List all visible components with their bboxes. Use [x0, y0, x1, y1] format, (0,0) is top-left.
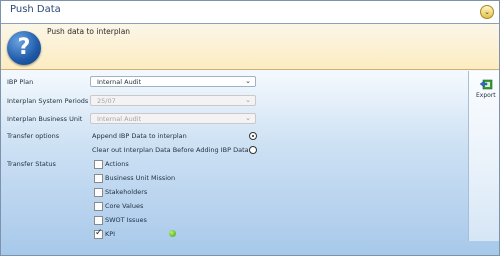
checkbox-label: Business Unit Mission — [105, 174, 176, 182]
actions-checkbox[interactable] — [94, 160, 103, 169]
push-data-window: Push Data ⌄ Push data to interplan ? IBP… — [0, 0, 500, 256]
system-periods-value: 25/07 — [97, 97, 116, 105]
action-panel: Export — [468, 71, 499, 241]
transfer-option-label: Clear out Interplan Data Before Adding I… — [92, 146, 249, 154]
checkbox-label: Core Values — [105, 202, 144, 210]
business-unit-select: Internal Audit ⌄ — [90, 113, 256, 124]
chevron-down-icon[interactable]: ⌄ — [480, 5, 494, 19]
transfer-options-label: Transfer options — [7, 132, 60, 140]
info-banner: Push data to interplan — [1, 24, 499, 70]
business-unit-value: Internal Audit — [97, 115, 142, 123]
transfer-option-label: Append IBP Data to interplan — [92, 132, 187, 140]
check-mark-icon: ✓ — [95, 228, 103, 238]
export-button[interactable]: Export — [469, 71, 499, 103]
title-bar: Push Data ⌄ — [1, 1, 499, 24]
append-radio[interactable] — [249, 132, 257, 140]
ibp-plan-label: IBP Plan — [7, 78, 34, 86]
success-check-icon — [169, 230, 176, 237]
checkbox-label: KPI — [105, 230, 116, 238]
export-label: Export — [476, 92, 496, 99]
business-unit-mission-checkbox[interactable] — [94, 174, 103, 183]
swot-issues-checkbox[interactable] — [94, 216, 103, 225]
help-icon: ? — [7, 31, 41, 65]
core-values-checkbox[interactable] — [94, 202, 103, 211]
ibp-plan-value: Internal Audit — [97, 78, 142, 86]
checkbox-label: Stakeholders — [105, 188, 148, 196]
ibp-plan-select[interactable]: Internal Audit ⌄ — [90, 76, 256, 87]
checkbox-label: SWOT Issues — [105, 216, 147, 224]
system-periods-select: 25/07 ⌄ — [90, 95, 256, 106]
transfer-status-label: Transfer Status — [7, 160, 56, 168]
banner-text: Push data to interplan — [47, 27, 131, 36]
window-title: Push Data — [10, 4, 61, 15]
system-periods-label: Interplan System Periods — [7, 97, 89, 105]
kpi-checkbox[interactable]: ✓ — [94, 228, 103, 239]
stakeholders-checkbox[interactable] — [94, 188, 103, 197]
chevron-down-icon: ⌄ — [245, 77, 251, 85]
clear-out-radio[interactable] — [249, 146, 257, 154]
export-icon — [479, 79, 493, 90]
business-unit-label: Interplan Business Unit — [7, 115, 83, 123]
chevron-down-icon: ⌄ — [245, 96, 251, 104]
radio-selected-dot — [252, 135, 254, 137]
chevron-down-icon: ⌄ — [245, 114, 251, 122]
checkbox-label: Actions — [105, 160, 129, 168]
